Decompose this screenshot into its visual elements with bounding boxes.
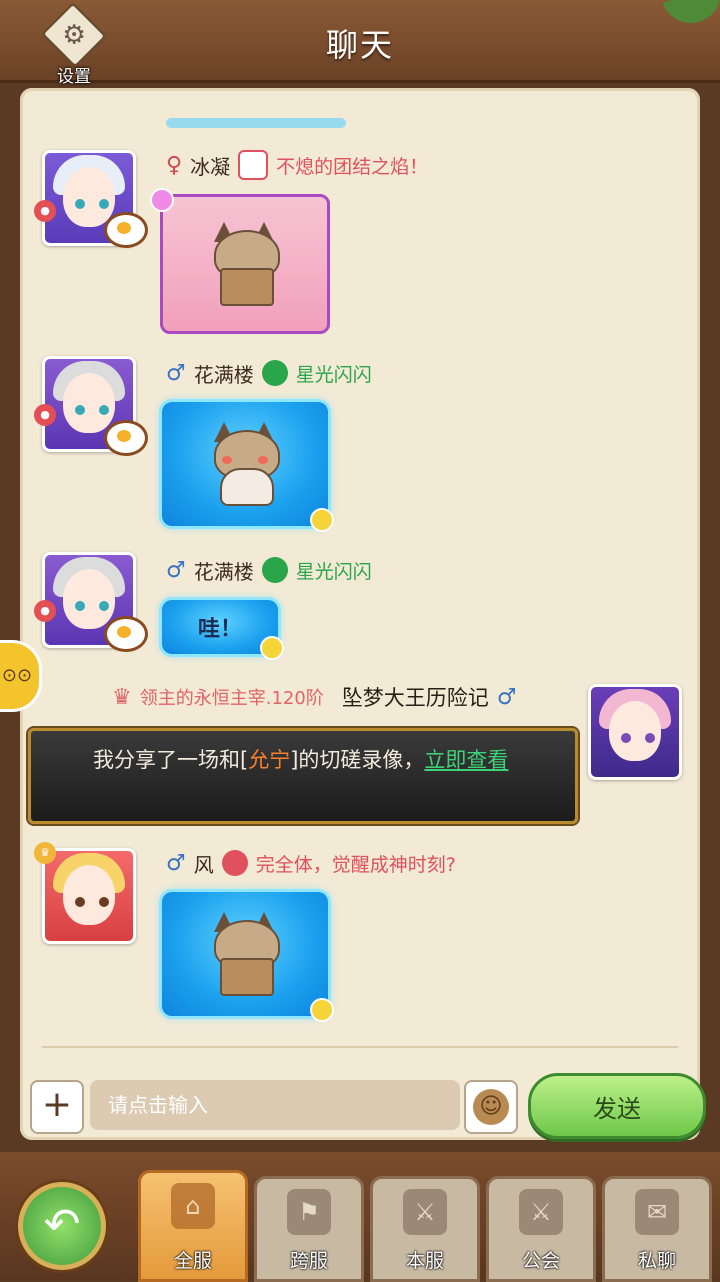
frying-pan-icon [104,420,148,456]
message-input-wrapper[interactable] [90,1080,460,1130]
sender-name[interactable]: 冰凝 [190,151,230,180]
tab-this-server[interactable]: ⚔ 本服 [370,1176,480,1282]
badge-icon: ● [34,404,56,426]
male-icon: ♂ [166,360,186,386]
tab-label: 全服 [173,1250,212,1272]
text-bubble[interactable]: 哇！ [162,600,284,660]
sticker-bubble[interactable] [162,402,334,532]
pet-icon [150,188,174,212]
view-now-link[interactable]: 立即查看 [424,748,508,772]
bottom-nav: ↶ ⌂ 全服 ⚑ 跨服 ⚔ 本服 ⚔ 公会 ✉ 私聊 [0,1152,720,1282]
tab-cross-server[interactable]: ⚑ 跨服 [254,1176,364,1282]
sender-name[interactable]: 花满楼 [194,359,254,388]
frying-pan-icon [104,212,148,248]
tab-label: 跨服 [289,1250,328,1272]
female-icon: ♀ [166,152,183,178]
message-header: ♀ 冰凝 不熄的团结之焰！ [166,150,428,180]
guild-name[interactable]: 不熄的团结之焰！ [276,152,428,179]
group-icon [261,360,288,386]
message-input[interactable] [90,1080,460,1130]
male-icon: ♂ [496,684,517,710]
divider [42,1046,678,1048]
message-header: ♂ 花满楼 星光闪闪 [166,358,372,388]
tab-label: 本服 [405,1250,444,1272]
fox-sticker [208,422,282,506]
fox-in-box-sticker [208,222,282,306]
avatar[interactable] [42,848,136,944]
tab-label: 私聊 [637,1250,676,1272]
chat-bubble-icon: ✉ [635,1189,679,1235]
badge-icon: ● [34,600,56,622]
map-pin-icon: ⚑ [287,1189,331,1235]
back-button[interactable]: ↶ [18,1182,106,1270]
male-icon: ♂ [166,557,186,583]
page-title: 聊天 [325,26,394,64]
message-header: ♛ 领主的永恒主宰.120阶 坠梦大王历险记 ♂ [112,682,517,712]
message-text-part: ]的切磋录像， [290,748,425,772]
guild-name[interactable]: 星光闪闪 [296,557,372,584]
castle-icon: ⌂ [171,1183,215,1229]
top-bar: ⚙ 设置 聊天 [0,0,720,87]
shield-icon [238,150,269,180]
emoji-button[interactable]: ☺ [464,1080,518,1134]
badge-icon: ● [34,200,56,222]
replay-share-message[interactable]: 我分享了一场和[允宁]的切磋录像，立即查看 [28,728,578,824]
tab-label: 公会 [521,1250,560,1272]
banner-sword-icon: ⚔ [519,1189,563,1235]
sticker-bubble[interactable] [162,892,334,1022]
tab-all-server[interactable]: ⌂ 全服 [138,1170,248,1282]
tab-guild[interactable]: ⚔ 公会 [486,1176,596,1282]
sender-name[interactable]: 坠梦大王历险记 [342,682,489,712]
male-icon: ♂ [166,850,186,876]
avatar[interactable] [588,684,682,780]
fish-icon [310,508,334,532]
add-button[interactable]: + [30,1080,84,1134]
send-button[interactable]: 发送 [528,1073,706,1139]
fish-icon [310,998,334,1022]
fox-in-box-sticker [208,912,282,996]
sticker-bubble[interactable] [160,194,330,334]
message-text: 我分享了一场和[允宁]的切磋录像，立即查看 [93,745,543,775]
message-text-part: 我分享了一场和[ [93,748,249,772]
group-icon [261,557,288,583]
sender-name[interactable]: 风 [194,849,214,878]
tab-private-chat[interactable]: ✉ 私聊 [602,1176,712,1282]
player-title: 领主的永恒主宰.120阶 [139,688,324,709]
crown-icon: ♛ [112,684,132,710]
frying-pan-icon [104,616,148,652]
guild-name[interactable]: 星光闪闪 [296,360,372,387]
message-header: ♂ 风 完全体，觉醒成神时刻? [166,848,456,878]
banner-sword-icon: ⚔ [403,1189,447,1235]
crown-badge-icon: ♛ [34,842,56,864]
clipped-message-bubble [166,118,346,128]
group-icon [221,850,248,876]
sender-name[interactable]: 花满楼 [194,556,254,585]
message-header: ♂ 花满楼 星光闪闪 [166,555,372,585]
fish-icon [260,636,284,660]
smiley-icon: ☺ [473,1089,509,1125]
highlighted-name: 允宁 [248,748,291,772]
guild-name[interactable]: 完全体，觉醒成神时刻? [256,850,456,877]
